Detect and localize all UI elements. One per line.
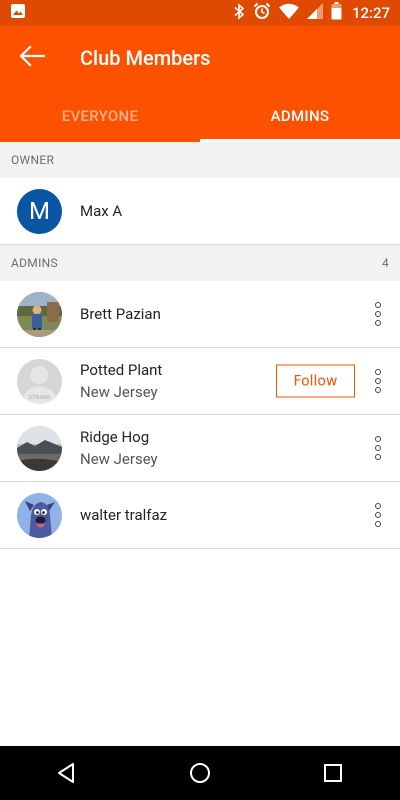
svg-text:STRAVA: STRAVA [29,395,51,401]
admin-row[interactable]: Brett Pazian [0,281,400,348]
image-icon [10,3,26,23]
photo-person-avatar [17,291,62,337]
avatar-letter: M [29,197,50,225]
admin-text: Ridge Hog New Jersey [80,428,158,468]
admins-count: 4 [381,256,389,270]
more-options-icon[interactable] [368,499,388,531]
app-bar: Club Members EVERYONE ADMINS [0,26,400,142]
system-nav-bar [0,746,400,800]
home-circle-icon[interactable] [170,746,230,800]
tab-everyone[interactable]: EVERYONE [0,90,200,142]
member-name: walter tralfaz [80,506,168,524]
member-name: Potted Plant [80,361,163,379]
owner-row[interactable]: M Max A [0,178,400,245]
admin-row[interactable]: walter tralfaz [0,482,400,549]
more-options-icon[interactable] [368,432,388,464]
more-options-icon[interactable] [368,298,388,330]
status-bar: 12:27 [0,0,400,26]
follow-button[interactable]: Follow [276,364,355,398]
bluetooth-icon [233,2,245,24]
members-list: OWNER M Max A ADMINS 4 Brett Pazian STRA… [0,142,400,746]
owner-section-header: OWNER [0,142,400,178]
member-name: Max A [80,202,123,220]
tab-admins[interactable]: ADMINS [200,90,400,142]
strava-default-avatar: STRAVA [17,358,62,404]
owner-text: Max A [80,202,122,220]
arrow-left-icon [19,45,46,71]
toolbar: Club Members [0,26,400,90]
admin-text: Potted Plant New Jersey [80,361,162,401]
admin-row[interactable]: STRAVA Potted Plant New Jersey Follow [0,348,400,415]
member-name: Brett Pazian [80,305,161,323]
member-location: New Jersey [80,383,158,401]
recents-square-icon[interactable] [303,746,363,800]
more-options-icon[interactable] [368,365,388,397]
status-time: 12:27 [351,4,390,22]
admin-row[interactable]: Ridge Hog New Jersey [0,415,400,482]
admins-header-label: ADMINS [11,256,58,270]
battery-icon [331,2,342,24]
owner-header-label: OWNER [11,153,55,167]
admin-text: Brett Pazian [80,305,161,323]
landscape-photo-avatar [17,425,62,471]
wifi-icon [278,3,299,23]
admins-section-header: ADMINS 4 [0,245,400,281]
alarm-icon [253,2,271,24]
cartoon-dog-avatar [17,492,62,538]
member-name: Ridge Hog [80,428,150,446]
admin-text: walter tralfaz [80,506,167,524]
tab-bar: EVERYONE ADMINS [0,90,400,142]
page-title: Club Members [80,46,211,70]
member-location: New Jersey [80,450,158,468]
signal-icon [306,3,323,23]
back-triangle-icon[interactable] [37,746,97,800]
back-button[interactable] [0,26,64,90]
owner-avatar: M [17,188,62,234]
